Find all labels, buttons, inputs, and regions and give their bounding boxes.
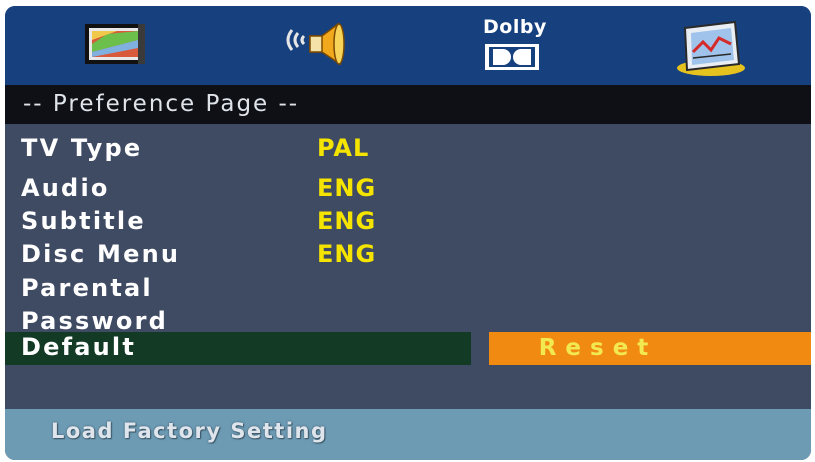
page-title-bar: -- Preference Page -- [5,85,811,124]
tab-dolby[interactable]: Dolby [477,14,557,78]
menu-item-subtitle[interactable]: Subtitle [21,207,146,235]
disc-menu-value: ENG [317,240,377,268]
menu-item-parental[interactable]: Parental [21,274,153,302]
tab-picture[interactable] [77,14,157,78]
preference-icon [677,20,745,76]
status-text: Load Factory Setting [51,419,328,443]
tab-bar: Dolby [5,6,811,85]
tab-audio[interactable] [278,14,358,78]
reset-button[interactable]: Reset [489,332,811,365]
speaker-icon [286,22,345,66]
menu-item-disc-menu[interactable]: Disc Menu [21,240,180,268]
subtitle-value: ENG [317,207,377,235]
menu-item-default-selected[interactable]: Default [5,332,471,365]
menu-item-tv-type[interactable]: TV Type [21,134,142,162]
status-bar: Load Factory Setting [5,409,811,460]
tv-type-value: PAL [317,134,370,162]
page-title: -- Preference Page -- [23,91,300,117]
osd-screen: Dolby -- Preference Page -- TV Type PAL … [5,6,811,460]
picture-icon [85,24,145,64]
menu-item-audio[interactable]: Audio [21,174,110,202]
menu-item-password[interactable]: Password [21,307,168,335]
audio-value: ENG [317,174,377,202]
preference-menu: TV Type PAL Audio ENG Subtitle ENG Disc … [5,124,811,409]
reset-button-label: Reset [538,335,658,361]
tab-preference[interactable] [673,14,753,78]
dolby-icon [485,44,539,70]
menu-item-default: Default [21,333,137,361]
